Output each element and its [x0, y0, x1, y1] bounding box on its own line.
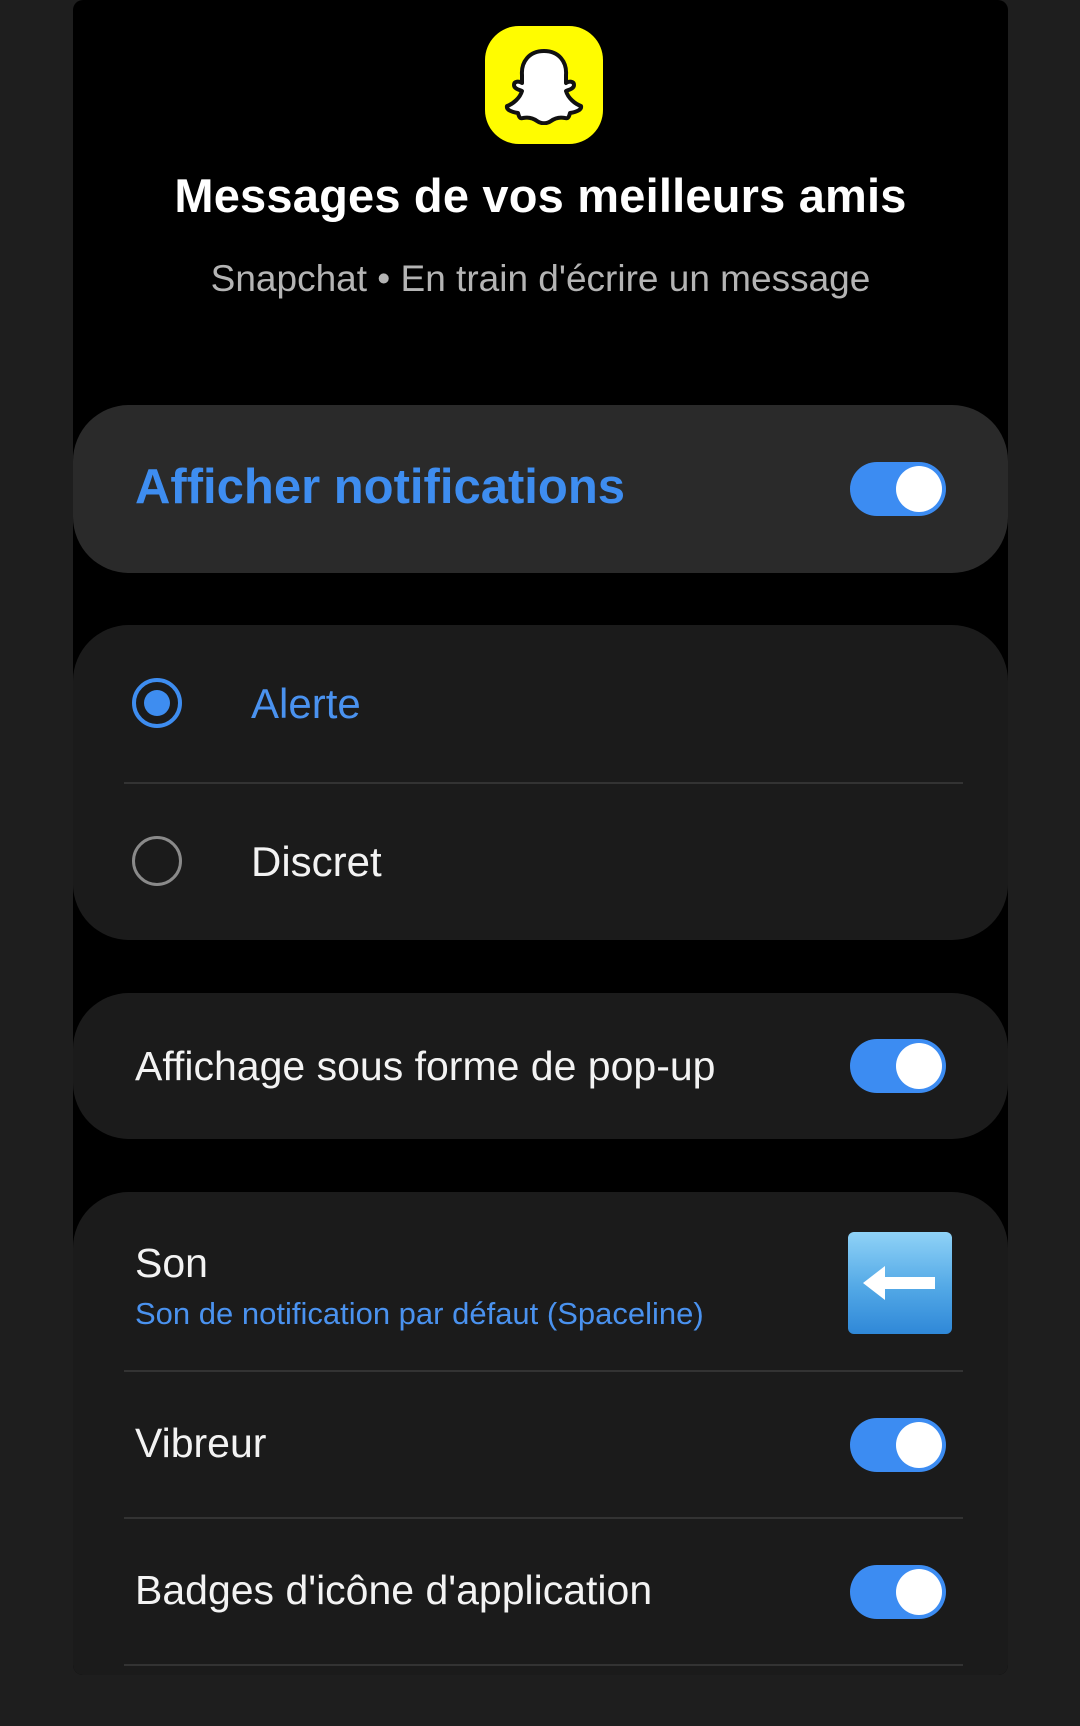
- show-notifications-card[interactable]: Afficher notifications: [73, 405, 1008, 573]
- snapchat-ghost-icon: [504, 49, 584, 125]
- toggle-knob: [896, 1422, 942, 1468]
- vibration-row[interactable]: Vibreur: [73, 1372, 1008, 1518]
- sound-settings-card: Son Son de notification par défaut (Spac…: [73, 1192, 1008, 1675]
- popup-label: Affichage sous forme de pop-up: [135, 1043, 716, 1089]
- toggle-knob: [896, 466, 942, 512]
- alert-option-label: Alerte: [251, 679, 361, 727]
- toggle-knob: [896, 1043, 942, 1089]
- left-arrow-emoji-icon[interactable]: [848, 1232, 952, 1334]
- radio-selected-dot: [144, 690, 170, 716]
- vibration-toggle[interactable]: [850, 1418, 946, 1472]
- discreet-radio-button[interactable]: [132, 836, 182, 886]
- channel-title: Messages de vos meilleurs amis: [174, 169, 907, 222]
- alert-radio-button[interactable]: [132, 678, 182, 728]
- toggle-knob: [896, 1569, 942, 1615]
- sound-label: Son: [135, 1240, 208, 1286]
- discreet-option-row[interactable]: Discret: [73, 784, 1008, 940]
- notification-settings-screen: Messages de vos meilleurs amis Snapchat …: [73, 0, 1008, 1675]
- sound-row[interactable]: Son Son de notification par défaut (Spac…: [73, 1192, 1008, 1372]
- badges-label: Badges d'icône d'application: [135, 1567, 653, 1613]
- divider: [124, 1664, 963, 1666]
- vibration-label: Vibreur: [135, 1420, 267, 1466]
- sound-value: Son de notification par défaut (Spacelin…: [135, 1296, 704, 1331]
- popup-toggle[interactable]: [850, 1039, 946, 1093]
- popup-card[interactable]: Affichage sous forme de pop-up: [73, 993, 1008, 1139]
- left-arrow-icon: [863, 1266, 935, 1300]
- alert-option-row[interactable]: Alerte: [73, 625, 1008, 782]
- channel-subtitle: Snapchat • En train d'écrire un message: [210, 258, 871, 299]
- show-notifications-toggle[interactable]: [850, 462, 946, 516]
- snapchat-app-icon: [485, 26, 603, 144]
- badges-toggle[interactable]: [850, 1565, 946, 1619]
- show-notifications-label: Afficher notifications: [135, 460, 626, 514]
- badges-row[interactable]: Badges d'icône d'application: [73, 1519, 1008, 1665]
- alert-mode-card: Alerte Discret: [73, 625, 1008, 940]
- discreet-option-label: Discret: [251, 838, 382, 885]
